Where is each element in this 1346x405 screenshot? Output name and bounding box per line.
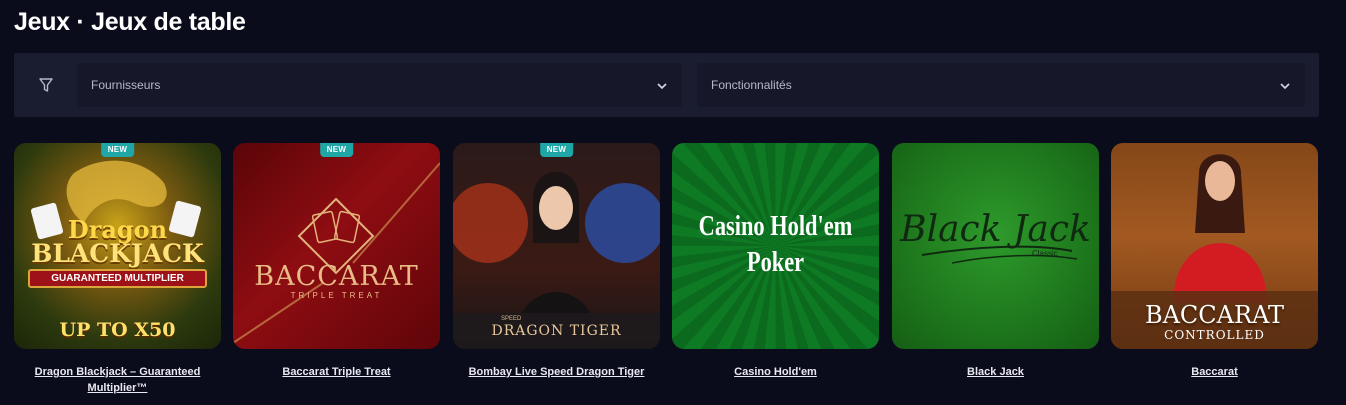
art-title-1: BACCARAT xyxy=(1144,301,1285,329)
filter-icon[interactable] xyxy=(38,77,54,93)
game-card[interactable]: Black Jack Classic Black Jack xyxy=(892,143,1099,380)
filter-bar: Fournisseurs Fonctionnalités xyxy=(14,53,1319,117)
game-card[interactable]: NEW Dragon BLACKJACK GUARANTEED MULTIPLI… xyxy=(14,143,221,396)
art-subtitle: GUARANTEED MULTIPLIER xyxy=(28,269,207,288)
game-thumbnail[interactable]: Casino Hold'em Poker xyxy=(672,143,879,349)
chevron-down-icon xyxy=(657,83,667,90)
page-title: Jeux · Jeux de table xyxy=(14,8,246,36)
providers-dropdown[interactable]: Fournisseurs xyxy=(77,63,682,107)
game-card[interactable]: Casino Hold'em Poker Casino Hold'em xyxy=(672,143,879,380)
game-card[interactable]: BACCARAT CONTROLLED Baccarat xyxy=(1111,143,1318,380)
art-subtitle: Classic xyxy=(1032,249,1058,258)
game-title-link[interactable]: Bombay Live Speed Dragon Tiger xyxy=(453,364,660,380)
game-title-link[interactable]: Baccarat xyxy=(1111,364,1318,380)
game-card[interactable]: NEW BACCARAT TRIPLE TREAT Baccarat Tripl… xyxy=(233,143,440,380)
art-title-2: Poker xyxy=(746,247,805,278)
art-subtitle: CONTROLLED xyxy=(1164,328,1265,342)
art-title-1: Casino Hold'em xyxy=(698,211,853,242)
art-subtitle: TRIPLE TREAT xyxy=(290,291,383,300)
game-title-link[interactable]: Black Jack xyxy=(892,364,1099,380)
new-badge: NEW xyxy=(319,143,354,157)
game-card[interactable]: NEW SPEED DRAGON TIGER Bombay Live Speed… xyxy=(453,143,660,380)
game-thumbnail[interactable]: Black Jack Classic xyxy=(892,143,1099,349)
new-badge: NEW xyxy=(100,143,135,157)
game-title-link[interactable]: Baccarat Triple Treat xyxy=(233,364,440,380)
art-title-1: Black Jack xyxy=(900,209,1091,250)
art-small-label: SPEED xyxy=(501,316,522,322)
art-title-1: DRAGON TIGER xyxy=(491,323,622,339)
art-title-1: BACCARAT xyxy=(254,261,419,292)
game-title-link[interactable]: Casino Hold'em xyxy=(672,364,879,380)
chevron-down-icon xyxy=(1280,83,1290,90)
new-badge: NEW xyxy=(539,143,574,157)
cards-emblem-icon xyxy=(233,162,440,344)
providers-label: Fournisseurs xyxy=(91,78,161,92)
game-thumbnail[interactable]: NEW BACCARAT TRIPLE TREAT xyxy=(233,143,440,349)
features-label: Fonctionnalités xyxy=(711,78,792,92)
features-dropdown[interactable]: Fonctionnalités xyxy=(697,63,1305,107)
game-title-link[interactable]: Dragon Blackjack – Guaranteed Multiplier… xyxy=(14,364,221,396)
art-title-2: BLACKJACK xyxy=(31,239,204,268)
game-thumbnail[interactable]: NEW SPEED DRAGON TIGER xyxy=(453,143,660,349)
art-footer: UP TO X50 xyxy=(59,319,176,341)
game-thumbnail[interactable]: NEW Dragon BLACKJACK GUARANTEED MULTIPLI… xyxy=(14,143,221,349)
game-thumbnail[interactable]: BACCARAT CONTROLLED xyxy=(1111,143,1318,349)
